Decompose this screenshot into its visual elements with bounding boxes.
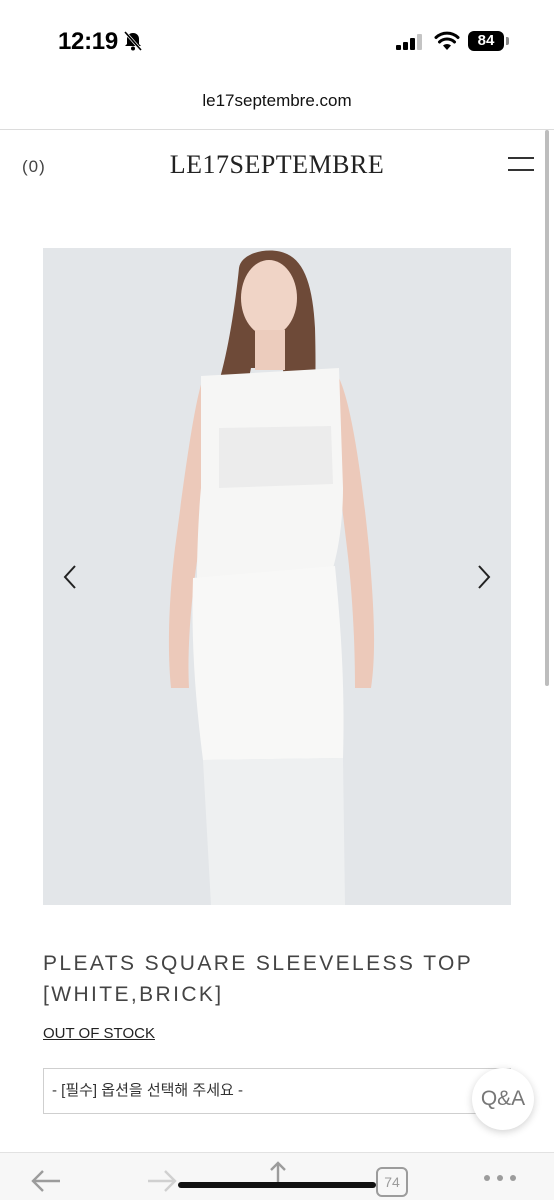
browser-toolbar: 74	[0, 1152, 554, 1200]
wifi-icon	[434, 31, 460, 50]
tabs-count-button[interactable]: 74	[376, 1167, 408, 1197]
bell-slash-icon	[123, 31, 143, 51]
home-indicator[interactable]	[178, 1182, 376, 1188]
battery-tip	[506, 37, 509, 45]
back-arrow-icon[interactable]	[30, 1169, 62, 1193]
site-logo[interactable]: LE17SEPTEMBRE	[0, 150, 554, 180]
model-photo	[43, 248, 511, 905]
forward-arrow-icon[interactable]	[146, 1169, 178, 1193]
battery-level: 84	[468, 31, 504, 51]
more-options-icon[interactable]	[482, 1173, 518, 1183]
divider	[0, 129, 554, 130]
previous-image-arrow-icon[interactable]	[60, 562, 80, 592]
status-time: 12:19	[58, 28, 118, 55]
next-image-arrow-icon[interactable]	[474, 562, 494, 592]
battery-indicator: 84	[468, 31, 510, 51]
qa-button[interactable]: Q&A	[472, 1068, 534, 1130]
scrollbar[interactable]	[545, 130, 549, 686]
product-title: PLEATS SQUARE SLEEVELESS TOP [WHITE,BRIC…	[43, 952, 473, 1006]
status-bar: 12:19 84	[0, 0, 554, 80]
hamburger-menu-icon[interactable]	[508, 157, 534, 175]
stock-status-link[interactable]: OUT OF STOCK	[43, 1025, 155, 1042]
share-icon[interactable]	[258, 1161, 298, 1193]
option-select[interactable]: - [필수] 옵션을 선택해 주세요 -	[43, 1068, 511, 1114]
address-bar[interactable]: le17septembre.com	[0, 84, 554, 118]
product-image[interactable]	[43, 248, 511, 905]
cellular-signal-icon	[396, 34, 422, 50]
